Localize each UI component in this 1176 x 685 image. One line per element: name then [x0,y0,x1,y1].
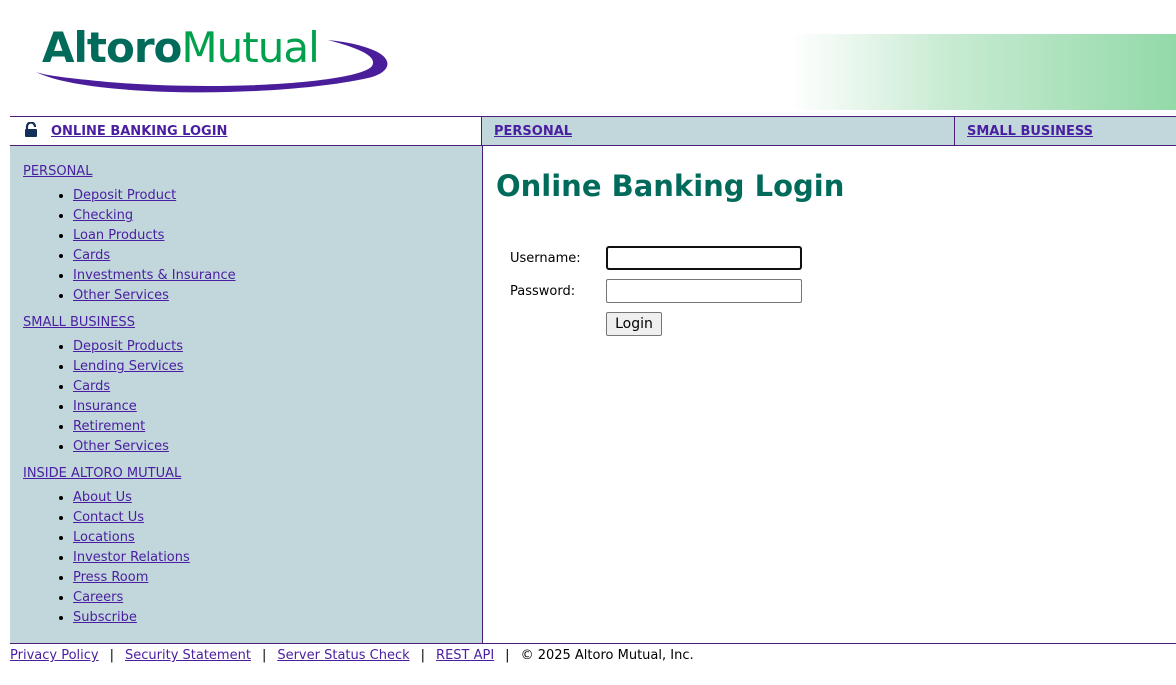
sidebar-item-about-us[interactable]: About Us [73,490,132,505]
list-item: Cards [73,246,482,266]
sidebar-item-press-room[interactable]: Press Room [73,570,148,585]
nav-login-cell: ONLINE BANKING LOGIN [10,117,482,145]
sidebar-item-deposit-product[interactable]: Deposit Product [73,188,176,203]
online-banking-login-link[interactable]: ONLINE BANKING LOGIN [51,124,227,139]
lock-icon [24,121,38,138]
sidebar-section-small-business[interactable]: SMALL BUSINESS [23,315,482,331]
list-item: Locations [73,528,482,548]
list-item: Loan Products [73,226,482,246]
list-item: Lending Services [73,357,482,377]
footer-separator: | [109,648,114,663]
page-title: Online Banking Login [496,169,845,203]
sidebar-item-subscribe[interactable]: Subscribe [73,610,137,625]
list-item: Investments & Insurance [73,266,482,286]
sidebar-item-deposit-products[interactable]: Deposit Products [73,339,183,354]
sidebar-item-loan-products[interactable]: Loan Products [73,228,164,243]
sidebar-section-inside-altoro[interactable]: INSIDE ALTORO MUTUAL [23,466,482,482]
sidebar-item-investor-relations[interactable]: Investor Relations [73,550,190,565]
list-item: Deposit Product [73,186,482,206]
list-item: Press Room [73,568,482,588]
sidebar-item-contact-us[interactable]: Contact Us [73,510,144,525]
sidebar: PERSONAL Deposit Product Checking Loan P… [10,146,483,643]
sidebar-item-careers[interactable]: Careers [73,590,123,605]
sidebar-list-small-business: Deposit Products Lending Services Cards … [23,337,482,457]
logo-word-altoro: Altoro [42,23,182,72]
sidebar-item-business-other-services[interactable]: Other Services [73,439,169,454]
header: AltoroMutual [10,0,1176,116]
sidebar-item-cards[interactable]: Cards [73,248,110,263]
sidebar-item-other-services[interactable]: Other Services [73,288,169,303]
password-input[interactable] [606,279,802,303]
header-gradient-banner [790,34,1176,110]
sidebar-item-checking[interactable]: Checking [73,208,133,223]
sidebar-item-investments-insurance[interactable]: Investments & Insurance [73,268,236,283]
list-item: About Us [73,488,482,508]
nav-personal-cell: PERSONAL [482,117,955,145]
list-item: Other Services [73,286,482,306]
nav-business-cell: SMALL BUSINESS [955,117,1176,145]
page: AltoroMutual ONLINE BANKING LOGIN PERSON… [0,0,1176,685]
footer-separator: | [505,648,510,663]
footer: Privacy Policy | Security Statement | Server… [10,643,1176,673]
server-status-check-link[interactable]: Server Status Check [277,648,409,663]
password-label: Password: [510,284,576,299]
username-input[interactable] [606,246,802,270]
footer-separator: | [261,648,267,663]
nav-small-business-link[interactable]: SMALL BUSINESS [967,124,1093,139]
security-statement-link[interactable]: Security Statement [125,648,251,663]
sidebar-item-insurance[interactable]: Insurance [73,399,137,414]
sidebar-list-personal: Deposit Product Checking Loan Products C… [23,186,482,306]
sidebar-list-inside-altoro: About Us Contact Us Locations Investor R… [23,488,482,628]
sidebar-item-lending-services[interactable]: Lending Services [73,359,184,374]
privacy-policy-link[interactable]: Privacy Policy [10,648,99,663]
list-item: Subscribe [73,608,482,628]
list-item: Careers [73,588,482,608]
list-item: Deposit Products [73,337,482,357]
nav-personal-link[interactable]: PERSONAL [494,124,572,139]
top-navigation: ONLINE BANKING LOGIN PERSONAL SMALL BUSI… [10,116,1176,146]
main-content: Online Banking Login Username: Password:… [483,146,1176,643]
copyright-text: © 2025 Altoro Mutual, Inc. [520,648,694,663]
list-item: Contact Us [73,508,482,528]
rest-api-link[interactable]: REST API [436,648,494,663]
list-item: Retirement [73,417,482,437]
logo-word-mutual: Mutual [181,23,319,72]
list-item: Cards [73,377,482,397]
sidebar-item-locations[interactable]: Locations [73,530,135,545]
sidebar-section-personal[interactable]: PERSONAL [23,164,482,180]
altoro-mutual-logo[interactable]: AltoroMutual [28,20,388,100]
login-button[interactable]: Login [606,312,662,336]
username-label: Username: [510,251,581,266]
footer-separator: | [420,648,426,663]
list-item: Checking [73,206,482,226]
list-item: Investor Relations [73,548,482,568]
sidebar-item-retirement[interactable]: Retirement [73,419,145,434]
list-item: Insurance [73,397,482,417]
list-item: Other Services [73,437,482,457]
sidebar-item-business-cards[interactable]: Cards [73,379,110,394]
logo-text: AltoroMutual [42,23,320,72]
